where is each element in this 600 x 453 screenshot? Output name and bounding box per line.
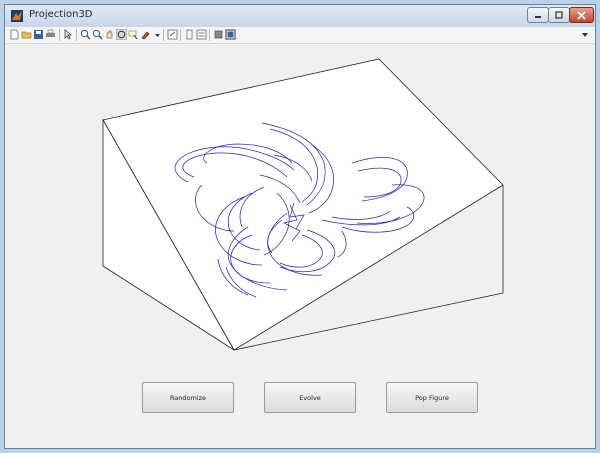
- figure-canvas: Randomize Evolve Pop Figure: [12, 45, 588, 441]
- toolbar-separator: [209, 29, 210, 41]
- minimize-button[interactable]: [527, 7, 549, 23]
- new-figure-icon[interactable]: [9, 29, 20, 40]
- toolbar-separator: [180, 29, 181, 41]
- maximize-button[interactable]: [548, 7, 570, 23]
- print-icon[interactable]: [45, 29, 56, 40]
- show-plot-tools-icon[interactable]: [225, 29, 236, 40]
- zoom-out-icon[interactable]: [92, 29, 103, 40]
- open-file-icon[interactable]: [21, 29, 32, 40]
- brush-dropdown-icon[interactable]: [152, 29, 163, 40]
- pan-icon[interactable]: [104, 29, 115, 40]
- link-plot-icon[interactable]: [167, 29, 178, 40]
- figure-toolbar: [5, 27, 595, 44]
- toolbar-separator: [76, 29, 77, 41]
- zoom-in-icon[interactable]: [80, 29, 91, 40]
- plane-top-face: [102, 58, 504, 351]
- edit-plot-icon[interactable]: [63, 29, 74, 40]
- matlab-icon: [11, 10, 23, 22]
- toolbar-overflow-icon[interactable]: [581, 29, 589, 40]
- figure-window: Projection3D Randomize Evolve Pop Figure: [4, 4, 596, 449]
- toolbar-separator: [59, 29, 60, 41]
- save-icon[interactable]: [33, 29, 44, 40]
- title-bar: Projection3D: [5, 5, 595, 27]
- evolve-button[interactable]: Evolve: [264, 382, 356, 413]
- data-cursor-icon[interactable]: [128, 29, 139, 40]
- hide-plot-tools-icon[interactable]: [213, 29, 224, 40]
- randomize-button[interactable]: Randomize: [142, 382, 234, 413]
- maximize-icon: [555, 11, 563, 19]
- close-icon: [577, 10, 586, 20]
- toolbar-separator: [163, 29, 164, 41]
- pop-figure-button[interactable]: Pop Figure: [386, 382, 478, 413]
- brush-icon[interactable]: [140, 29, 151, 40]
- close-button[interactable]: [569, 7, 594, 23]
- surface-plane: [102, 58, 504, 351]
- minimize-icon: [535, 16, 541, 18]
- window-title: Projection3D: [29, 9, 93, 20]
- rotate-3d-icon[interactable]: [116, 29, 127, 40]
- legend-icon[interactable]: [196, 29, 207, 40]
- colorbar-icon[interactable]: [184, 29, 195, 40]
